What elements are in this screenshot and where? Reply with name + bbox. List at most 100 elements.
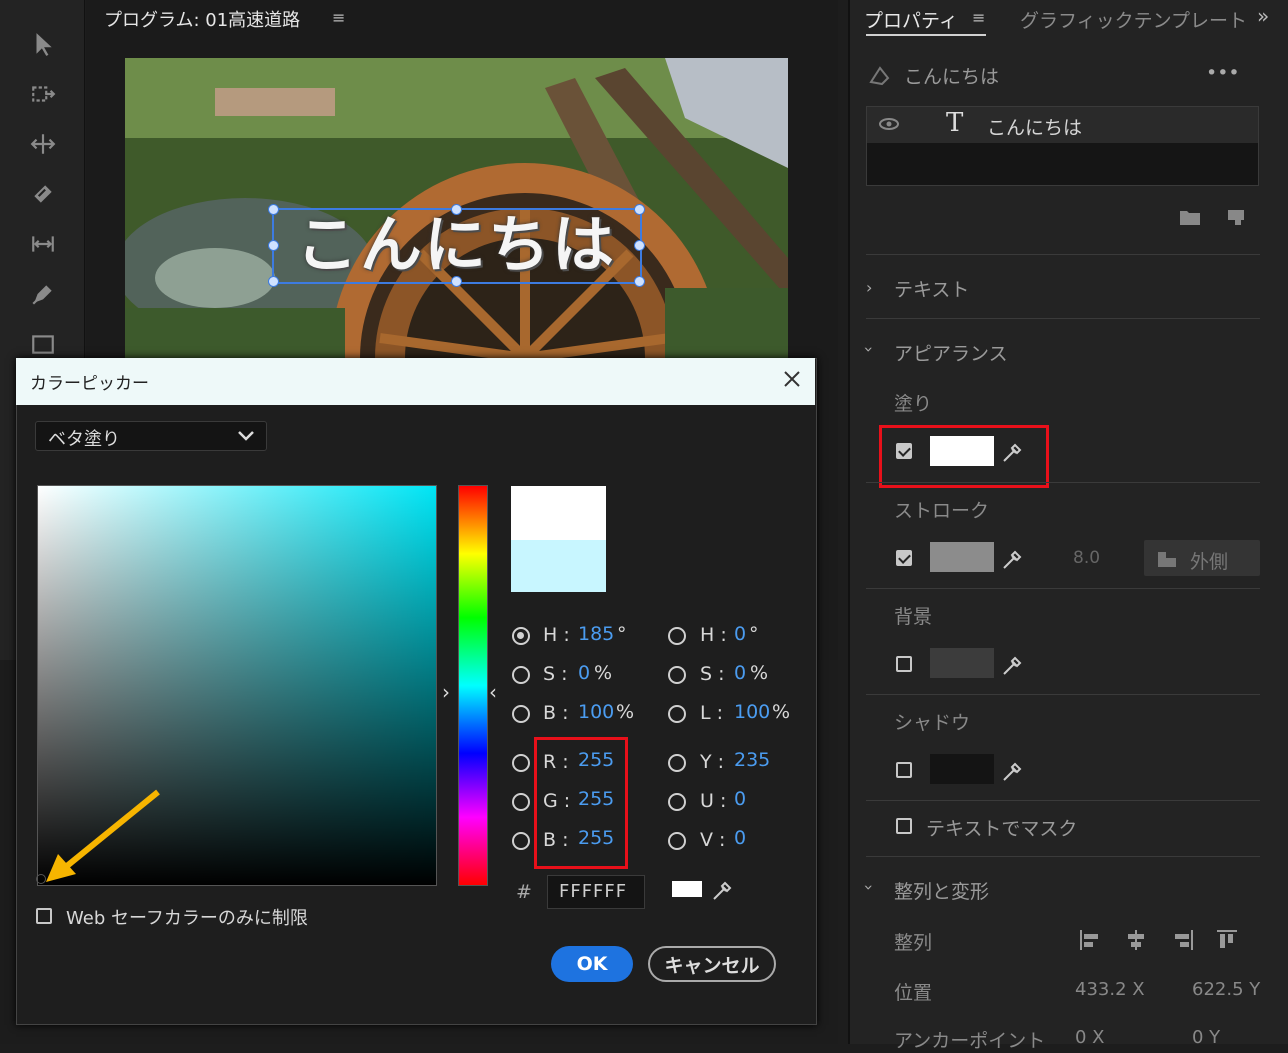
eyedropper-icon[interactable] (1000, 546, 1026, 572)
hsl-l-label: L : (700, 702, 724, 724)
hue-slider[interactable] (458, 485, 488, 886)
stroke-checkbox[interactable] (896, 550, 912, 566)
align-center-icon[interactable] (1125, 928, 1147, 952)
r-radio[interactable] (512, 754, 530, 772)
v-radio[interactable] (668, 832, 686, 850)
shadow-checkbox[interactable] (896, 762, 912, 778)
section-align[interactable]: 整列と変形 (894, 877, 989, 904)
chevron-down-icon[interactable]: › (860, 884, 879, 890)
caption-bounding-box[interactable] (268, 204, 645, 287)
divider (866, 318, 1260, 319)
s-field[interactable]: 0 (578, 662, 590, 684)
hue-marker-left-icon[interactable]: › (442, 680, 450, 704)
hue-marker-right-icon[interactable]: ‹ (489, 680, 497, 704)
hsl-h-label: H : (700, 624, 727, 646)
s-radio[interactable] (512, 666, 530, 684)
background-color-swatch[interactable] (930, 648, 994, 678)
more-icon[interactable]: ••• (1206, 62, 1240, 84)
b-unit: % (616, 701, 635, 723)
resize-handle[interactable] (451, 276, 462, 287)
s-unit: % (594, 662, 613, 684)
background-checkbox[interactable] (896, 656, 912, 672)
close-icon[interactable] (780, 367, 804, 391)
layer-name: こんにちは (987, 117, 1083, 139)
y-field[interactable]: 235 (734, 749, 770, 771)
shadow-color-swatch[interactable] (930, 754, 994, 784)
v-field[interactable]: 0 (734, 827, 746, 849)
web-safe-checkbox[interactable] (36, 908, 52, 924)
layer-header: こんにちは (904, 66, 1000, 88)
stroke-width-field[interactable]: 8.0 (1073, 548, 1100, 568)
align-top-icon[interactable] (1216, 928, 1238, 952)
h-field[interactable]: 185 (578, 623, 614, 645)
hex-value: FFFFFF (559, 881, 628, 902)
hex-symbol: # (516, 881, 532, 903)
hsl-h-field[interactable]: 0 (734, 623, 746, 645)
text-type-icon: T (946, 108, 964, 138)
y-label: Y : (700, 751, 725, 773)
u-field[interactable]: 0 (734, 788, 746, 810)
eyedropper-icon[interactable] (1000, 652, 1026, 678)
mask-checkbox[interactable] (896, 818, 912, 834)
web-safe-label: Web セーフカラーのみに制限 (66, 908, 308, 929)
blue-radio[interactable] (512, 832, 530, 850)
divider (866, 856, 1260, 857)
pen-icon[interactable] (27, 278, 59, 310)
resize-handle[interactable] (268, 240, 279, 251)
b-label: B : (543, 702, 569, 724)
stroke-outside-icon (1156, 548, 1178, 568)
hsl-l-field[interactable]: 100 (734, 701, 770, 723)
track-select-icon[interactable] (27, 78, 59, 110)
hsl-s-radio[interactable] (668, 666, 686, 684)
stroke-color-swatch[interactable] (930, 542, 994, 572)
position-x-field[interactable]: 433.2 X (1075, 979, 1145, 1000)
hsl-l-radio[interactable] (668, 705, 686, 723)
eyedropper-icon[interactable] (710, 877, 736, 903)
y-radio[interactable] (668, 754, 686, 772)
b-field[interactable]: 100 (578, 701, 614, 723)
u-radio[interactable] (668, 793, 686, 811)
hsl-h-radio[interactable] (668, 627, 686, 645)
section-appearance[interactable]: アピアランス (894, 339, 1008, 366)
razor-icon[interactable] (27, 178, 59, 210)
highlight-box (879, 425, 1049, 488)
resize-handle[interactable] (634, 240, 645, 251)
h-radio[interactable] (512, 627, 530, 645)
resize-handle[interactable] (634, 204, 645, 215)
eyedropper-icon[interactable] (1000, 758, 1026, 784)
original-color-preview[interactable] (511, 540, 606, 592)
hamburger-icon[interactable]: ≡ (972, 8, 985, 27)
tab-properties[interactable]: プロパティ (864, 6, 958, 33)
g-radio[interactable] (512, 793, 530, 811)
section-text[interactable]: テキスト (894, 275, 969, 302)
position-y-field[interactable]: 622.5 Y (1192, 979, 1260, 1000)
divider (866, 254, 1260, 255)
chevron-down-icon[interactable]: › (860, 346, 879, 352)
ok-button[interactable]: OK (551, 946, 633, 982)
b-radio[interactable] (512, 705, 530, 723)
shadow-label: シャドウ (894, 712, 971, 734)
stroke-label: ストローク (894, 500, 990, 522)
overflow-chevron-icon[interactable]: » (1257, 4, 1269, 28)
ripple-edit-icon[interactable] (27, 128, 59, 160)
chevron-right-icon[interactable]: › (866, 278, 872, 297)
anchor-y-field[interactable]: 0 Y (1192, 1027, 1220, 1048)
selection-tool-icon[interactable] (27, 28, 59, 60)
anchor-x-field[interactable]: 0 X (1075, 1027, 1105, 1048)
resize-handle[interactable] (268, 276, 279, 287)
resize-handle[interactable] (451, 204, 462, 215)
cancel-button[interactable]: キャンセル (648, 946, 776, 982)
rectangle-icon[interactable] (27, 328, 59, 360)
mask-label: テキストでマスク (926, 818, 1078, 840)
hamburger-icon[interactable]: ≡ (332, 8, 345, 27)
resize-handle[interactable] (634, 276, 645, 287)
slip-icon[interactable] (27, 228, 59, 260)
resize-handle[interactable] (268, 204, 279, 215)
hsl-s-field[interactable]: 0 (734, 662, 746, 684)
folder-icon[interactable] (1179, 208, 1201, 226)
align-left-icon[interactable] (1079, 928, 1101, 952)
eye-icon[interactable] (878, 114, 900, 134)
tab-graphic-templates[interactable]: グラフィックテンプレート (1020, 6, 1247, 33)
align-right-icon[interactable] (1172, 928, 1194, 952)
new-layer-icon[interactable] (1226, 208, 1246, 226)
